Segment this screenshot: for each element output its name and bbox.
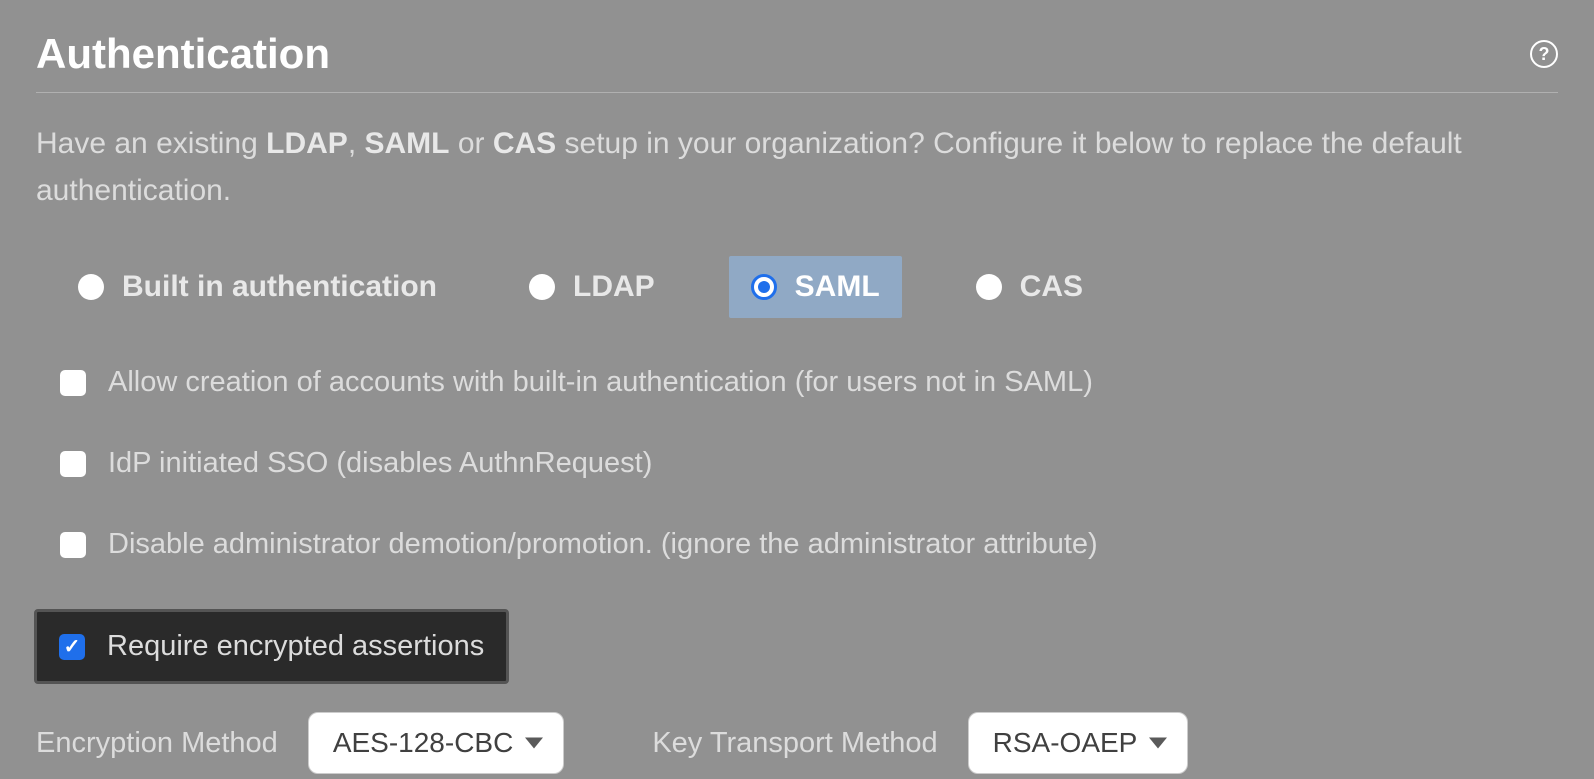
checkbox-input-require-encrypted[interactable] [59, 634, 85, 660]
radio-input-ldap[interactable] [529, 274, 555, 300]
checkbox-input-allow-creation[interactable] [60, 370, 86, 396]
checkbox-label-require-encrypted: Require encrypted assertions [107, 630, 484, 663]
radio-label-saml: SAML [795, 270, 880, 304]
checkbox-label-idp-sso: IdP initiated SSO (disables AuthnRequest… [108, 447, 652, 480]
checkbox-input-disable-admin[interactable] [60, 532, 86, 558]
encryption-controls: Encryption Method AES-128-CBC Key Transp… [36, 712, 1558, 774]
section-header: Authentication ? [36, 30, 1558, 93]
chevron-down-icon [1149, 738, 1167, 749]
encryption-method-value: AES-128-CBC [333, 727, 514, 759]
checkbox-label-disable-admin: Disable administrator demotion/promotion… [108, 528, 1098, 561]
encryption-method-select[interactable]: AES-128-CBC [308, 712, 565, 774]
help-icon[interactable]: ? [1530, 40, 1558, 68]
page-title: Authentication [36, 30, 330, 78]
radio-input-builtin[interactable] [78, 274, 104, 300]
radio-cas[interactable]: CAS [958, 260, 1101, 314]
checkbox-idp-sso[interactable]: IdP initiated SSO (disables AuthnRequest… [36, 447, 1558, 480]
section-description: Have an existing LDAP, SAML or CAS setup… [36, 121, 1558, 214]
key-transport-select[interactable]: RSA-OAEP [968, 712, 1189, 774]
desc-saml: SAML [364, 127, 449, 160]
checkbox-label-allow-creation-hint: (for users not in SAML) [795, 366, 1093, 398]
desc-cas: CAS [493, 127, 556, 160]
chevron-down-icon [525, 738, 543, 749]
radio-label-builtin: Built in authentication [122, 270, 437, 304]
radio-ldap[interactable]: LDAP [511, 260, 673, 314]
radio-builtin[interactable]: Built in authentication [60, 260, 455, 314]
auth-method-radio-group: Built in authentication LDAP SAML CAS [36, 256, 1558, 318]
checkbox-input-idp-sso[interactable] [60, 451, 86, 477]
desc-ldap: LDAP [266, 127, 348, 160]
key-transport-value: RSA-OAEP [993, 727, 1138, 759]
key-transport-label: Key Transport Method [652, 727, 937, 760]
checkbox-label-allow-creation-main: Allow creation of accounts with built-in… [108, 366, 795, 398]
checkbox-require-encrypted[interactable]: Require encrypted assertions [34, 609, 509, 684]
checkbox-disable-admin[interactable]: Disable administrator demotion/promotion… [36, 528, 1558, 561]
desc-sep1: , [348, 127, 365, 160]
checkbox-label-allow-creation: Allow creation of accounts with built-in… [108, 366, 1093, 399]
radio-label-cas: CAS [1020, 270, 1083, 304]
encryption-method-label: Encryption Method [36, 727, 278, 760]
radio-saml[interactable]: SAML [729, 256, 902, 318]
checkbox-allow-creation[interactable]: Allow creation of accounts with built-in… [36, 366, 1558, 399]
desc-prefix: Have an existing [36, 127, 266, 160]
desc-sep2: or [449, 127, 492, 160]
radio-input-saml[interactable] [751, 274, 777, 300]
radio-input-cas[interactable] [976, 274, 1002, 300]
radio-label-ldap: LDAP [573, 270, 655, 304]
